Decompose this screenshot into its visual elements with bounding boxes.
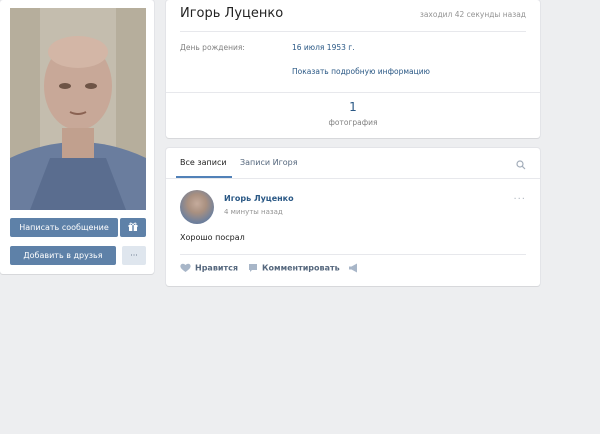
post-author-name[interactable]: Игорь Луценко xyxy=(224,194,294,203)
profile-info-card: Игорь Луценко заходил 42 секунды назад Д… xyxy=(166,0,540,138)
divider xyxy=(166,92,540,93)
comment-label: Комментировать xyxy=(262,263,340,273)
comment-button[interactable]: Комментировать xyxy=(248,263,340,273)
birthday-value-link[interactable]: 16 июля 1953 г. xyxy=(292,43,355,52)
comment-icon xyxy=(249,264,257,272)
megaphone-icon xyxy=(349,263,357,273)
post-menu-button[interactable]: ··· xyxy=(513,194,526,205)
search-icon[interactable] xyxy=(516,160,526,170)
divider xyxy=(166,178,540,179)
tab-all-posts[interactable]: Все записи xyxy=(180,158,227,167)
share-button[interactable] xyxy=(348,263,363,273)
divider xyxy=(180,254,526,255)
last-seen-status: заходил 42 секунды назад xyxy=(419,10,526,19)
birthday-label: День рождения: xyxy=(180,43,245,52)
photos-count[interactable]: 1 xyxy=(166,100,540,114)
wall-card: Все записи Записи Игоря Игорь Луценко 4 … xyxy=(166,148,540,286)
like-button[interactable]: Нравится xyxy=(180,263,238,273)
profile-sidebar: Написать сообщение Добавить в друзья ··· xyxy=(0,0,154,274)
profile-photo-image xyxy=(10,8,146,210)
heart-icon xyxy=(180,263,191,272)
post-author-avatar[interactable] xyxy=(180,190,214,224)
profile-name: Игорь Луценко xyxy=(180,6,284,21)
like-label: Нравится xyxy=(195,263,239,273)
photos-label[interactable]: фотография xyxy=(166,118,540,127)
profile-photo[interactable] xyxy=(10,8,146,210)
more-actions-button[interactable]: ··· xyxy=(122,246,146,265)
post-text: Хорошо посрал xyxy=(180,233,245,242)
gift-icon xyxy=(128,222,138,231)
show-more-info-link[interactable]: Показать подробную информацию xyxy=(292,67,430,76)
post-timestamp[interactable]: 4 минуты назад xyxy=(224,208,283,216)
gift-button[interactable] xyxy=(120,218,146,237)
tab-owner-posts[interactable]: Записи Игоря xyxy=(240,158,298,167)
add-friend-button[interactable]: Добавить в друзья xyxy=(10,246,116,265)
divider xyxy=(180,31,526,32)
write-message-button[interactable]: Написать сообщение xyxy=(10,218,118,237)
